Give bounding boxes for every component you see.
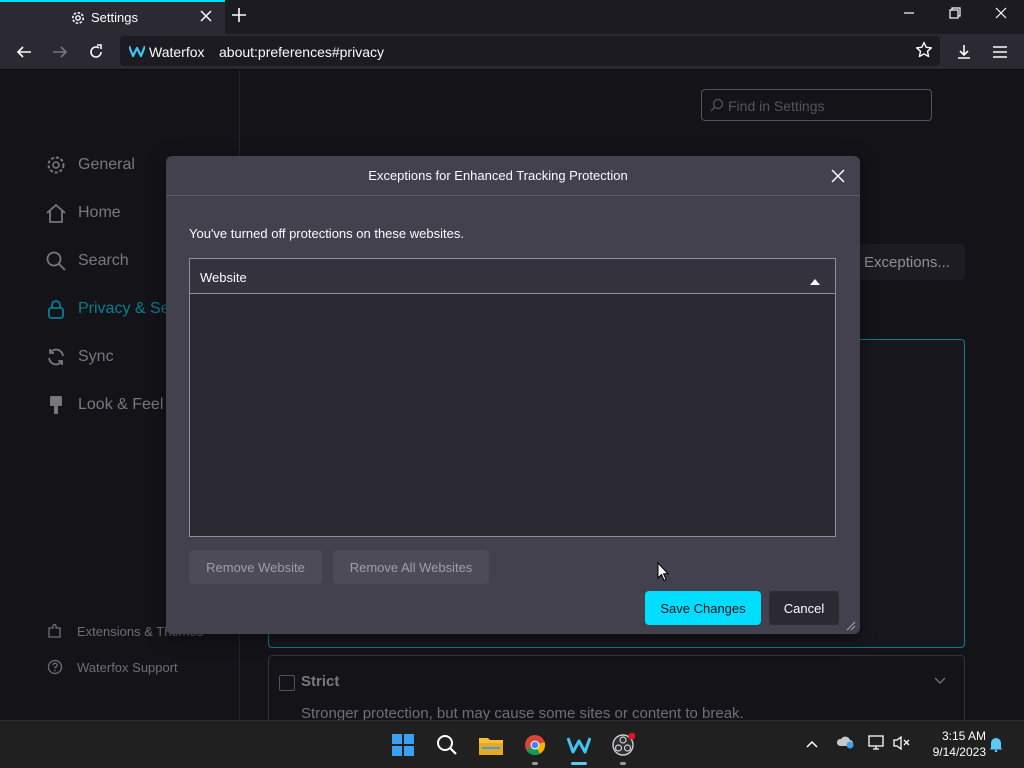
dialog-header: Exceptions for Enhanced Tracking Protect… <box>166 156 860 196</box>
minimize-window-icon[interactable] <box>903 6 915 23</box>
tab-strip: Settings <box>0 0 1024 34</box>
onedrive-cloud-icon[interactable] <box>836 735 854 754</box>
resize-grip-icon[interactable] <box>844 618 856 636</box>
dialog-title: Exceptions for Enhanced Tracking Protect… <box>368 168 628 183</box>
reload-icon[interactable] <box>85 41 107 63</box>
remove-website-button[interactable]: Remove Website <box>189 550 322 584</box>
gear-icon <box>70 10 86 31</box>
notification-bell-icon[interactable] <box>988 736 1004 757</box>
new-tab-button[interactable] <box>232 6 246 26</box>
network-icon[interactable] <box>868 735 886 756</box>
waterfox-taskbar-icon[interactable] <box>565 731 593 759</box>
obs-studio-icon[interactable] <box>609 731 637 759</box>
volume-muted-icon[interactable] <box>893 735 911 756</box>
mouse-cursor-icon <box>657 561 670 587</box>
tab-title: Settings <box>91 10 138 25</box>
close-tab-icon[interactable] <box>200 9 212 27</box>
restore-window-icon[interactable] <box>949 6 961 23</box>
show-hidden-icons-chevron-icon[interactable] <box>806 735 818 753</box>
sort-ascending-icon <box>810 272 820 290</box>
active-app-indicator <box>571 762 587 765</box>
cancel-button[interactable]: Cancel <box>769 591 839 625</box>
close-window-icon[interactable] <box>995 6 1007 23</box>
remove-all-websites-button[interactable]: Remove All Websites <box>333 550 489 584</box>
navigation-toolbar: Waterfox about:preferences#privacy <box>0 34 1024 70</box>
windows-start-icon[interactable] <box>389 731 417 759</box>
address-bar[interactable]: Waterfox about:preferences#privacy <box>120 36 940 66</box>
dialog-intro-text: You've turned off protections on these w… <box>189 226 464 241</box>
identity-label: Waterfox <box>149 44 205 60</box>
windows-taskbar: 3:15 AM 9/14/2023 <box>0 720 1024 768</box>
waterfox-logo-icon <box>127 44 147 63</box>
back-arrow-icon[interactable] <box>13 41 35 63</box>
clock-time: 3:15 AM <box>941 729 986 743</box>
exceptions-dialog: Exceptions for Enhanced Tracking Protect… <box>166 156 860 634</box>
column-header-label: Website <box>200 270 247 285</box>
file-explorer-icon[interactable] <box>477 731 505 759</box>
website-column-header[interactable]: Website <box>190 259 835 294</box>
website-exceptions-list[interactable]: Website <box>189 258 836 537</box>
url-text[interactable]: about:preferences#privacy <box>219 44 384 60</box>
running-indicator <box>532 762 538 765</box>
forward-arrow-icon[interactable] <box>49 41 71 63</box>
close-dialog-icon[interactable] <box>828 166 848 186</box>
downloads-icon[interactable] <box>953 41 975 63</box>
system-clock[interactable]: 3:15 AM 9/14/2023 <box>918 728 986 760</box>
chrome-icon[interactable] <box>521 731 549 759</box>
running-indicator <box>620 762 626 765</box>
save-changes-button[interactable]: Save Changes <box>645 591 761 625</box>
clock-date: 9/14/2023 <box>932 745 986 759</box>
taskbar-search-icon[interactable] <box>433 731 461 759</box>
tab-settings[interactable]: Settings <box>0 0 225 34</box>
hamburger-menu-icon[interactable] <box>989 41 1011 63</box>
bookmark-star-icon[interactable] <box>915 41 933 64</box>
